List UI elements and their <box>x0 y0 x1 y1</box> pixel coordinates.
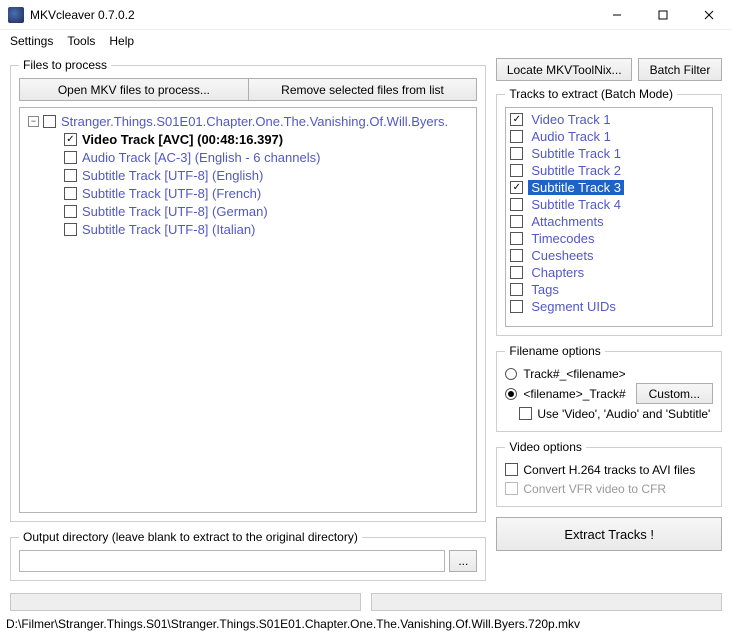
extract-track-checkbox[interactable] <box>510 147 523 160</box>
convert-h264-label: Convert H.264 tracks to AVI files <box>523 463 695 477</box>
track-label[interactable]: Subtitle Track [UTF-8] (French) <box>82 186 261 201</box>
files-legend: Files to process <box>19 58 111 72</box>
use-track-type-names-label: Use 'Video', 'Audio' and 'Subtitle' <box>537 407 710 421</box>
extract-track-label: Tags <box>528 282 561 297</box>
extract-track-label: Subtitle Track 3 <box>528 180 624 195</box>
extract-track-row[interactable]: Segment UIDs <box>510 298 708 315</box>
titlebar: MKVcleaver 0.7.0.2 <box>0 0 732 30</box>
track-checkbox[interactable] <box>64 223 77 236</box>
maximize-button[interactable] <box>640 0 686 30</box>
radio-track-first[interactable] <box>505 368 517 380</box>
extract-track-row[interactable]: Subtitle Track 2 <box>510 162 708 179</box>
extract-track-checkbox[interactable] <box>510 215 523 228</box>
menu-settings[interactable]: Settings <box>10 34 53 48</box>
track-checkbox[interactable] <box>64 187 77 200</box>
extract-track-row[interactable]: Tags <box>510 281 708 298</box>
extract-track-row[interactable]: Subtitle Track 3 <box>510 179 708 196</box>
extract-track-label: Video Track 1 <box>528 112 613 127</box>
output-directory-group: Output directory (leave blank to extract… <box>10 530 486 581</box>
menu-help[interactable]: Help <box>109 34 134 48</box>
radio-filename-first[interactable] <box>505 388 517 400</box>
extract-track-checkbox[interactable] <box>510 266 523 279</box>
video-options-group: Video options Convert H.264 tracks to AV… <box>496 440 722 507</box>
file-label[interactable]: Stranger.Things.S01E01.Chapter.One.The.V… <box>61 114 448 129</box>
track-checkbox[interactable] <box>64 133 77 146</box>
extract-track-row[interactable]: Attachments <box>510 213 708 230</box>
menu-tools[interactable]: Tools <box>67 34 95 48</box>
video-opts-legend: Video options <box>505 440 586 454</box>
tracks-to-extract-group: Tracks to extract (Batch Mode) Video Tra… <box>496 87 722 336</box>
extract-track-checkbox[interactable] <box>510 164 523 177</box>
track-label[interactable]: Subtitle Track [UTF-8] (Italian) <box>82 222 255 237</box>
track-checkbox[interactable] <box>64 205 77 218</box>
tracks-legend: Tracks to extract (Batch Mode) <box>505 87 677 101</box>
track-label[interactable]: Subtitle Track [UTF-8] (German) <box>82 204 268 219</box>
batch-filter-button[interactable]: Batch Filter <box>638 58 722 81</box>
extract-track-checkbox[interactable] <box>510 249 523 262</box>
output-directory-input[interactable] <box>19 550 445 572</box>
file-checkbox[interactable] <box>43 115 56 128</box>
open-files-button[interactable]: Open MKV files to process... <box>19 78 249 101</box>
extract-track-checkbox[interactable] <box>510 300 523 313</box>
extract-track-label: Subtitle Track 1 <box>528 146 624 161</box>
extract-track-label: Subtitle Track 2 <box>528 163 624 178</box>
track-checkbox[interactable] <box>64 169 77 182</box>
progress-bar-1 <box>10 593 361 611</box>
remove-files-button[interactable]: Remove selected files from list <box>249 78 478 101</box>
extract-track-label: Timecodes <box>528 231 597 246</box>
extract-track-checkbox[interactable] <box>510 198 523 211</box>
extract-track-row[interactable]: Timecodes <box>510 230 708 247</box>
convert-vfr-checkbox <box>505 482 518 495</box>
progress-bar-2 <box>371 593 722 611</box>
locate-mkvtoolnix-button[interactable]: Locate MKVToolNix... <box>496 58 632 81</box>
browse-button[interactable]: ... <box>449 550 477 572</box>
convert-h264-checkbox[interactable] <box>505 463 518 476</box>
extract-track-row[interactable]: Cuesheets <box>510 247 708 264</box>
extract-track-label: Audio Track 1 <box>528 129 614 144</box>
track-label[interactable]: Subtitle Track [UTF-8] (English) <box>82 168 263 183</box>
radio-track-first-label: Track#_<filename> <box>523 367 625 381</box>
extract-track-row[interactable]: Subtitle Track 4 <box>510 196 708 213</box>
extract-track-label: Cuesheets <box>528 248 596 263</box>
radio-filename-first-label: <filename>_Track# <box>523 387 625 401</box>
use-track-type-names-checkbox[interactable] <box>519 407 532 420</box>
files-tree[interactable]: − Stranger.Things.S01E01.Chapter.One.The.… <box>19 107 477 513</box>
minimize-button[interactable] <box>594 0 640 30</box>
status-bar: D:\Filmer\Stranger.Things.S01\Stranger.T… <box>0 613 732 637</box>
extract-track-row[interactable]: Chapters <box>510 264 708 281</box>
tracks-list[interactable]: Video Track 1 Audio Track 1 Subtitle Track… <box>505 107 713 327</box>
extract-track-row[interactable]: Audio Track 1 <box>510 128 708 145</box>
files-to-process-group: Files to process Open MKV files to proce… <box>10 58 486 522</box>
extract-track-row[interactable]: Video Track 1 <box>510 111 708 128</box>
extract-track-checkbox[interactable] <box>510 113 523 126</box>
outdir-legend: Output directory (leave blank to extract… <box>19 530 362 544</box>
extract-track-label: Subtitle Track 4 <box>528 197 624 212</box>
extract-track-label: Attachments <box>528 214 606 229</box>
menubar: Settings Tools Help <box>0 30 732 52</box>
custom-filename-button[interactable]: Custom... <box>636 383 713 404</box>
window-title: MKVcleaver 0.7.0.2 <box>30 8 594 22</box>
filename-legend: Filename options <box>505 344 604 358</box>
app-icon <box>8 7 24 23</box>
track-checkbox[interactable] <box>64 151 77 164</box>
close-button[interactable] <box>686 0 732 30</box>
extract-track-label: Chapters <box>528 265 587 280</box>
filename-options-group: Filename options Track#_<filename> <file… <box>496 344 722 432</box>
extract-tracks-button[interactable]: Extract Tracks ! <box>496 517 722 551</box>
convert-vfr-label: Convert VFR video to CFR <box>523 482 666 496</box>
track-label[interactable]: Video Track [AVC] (00:48:16.397) <box>82 132 283 147</box>
extract-track-label: Segment UIDs <box>528 299 619 314</box>
tree-expander-icon[interactable]: − <box>28 116 39 127</box>
extract-track-checkbox[interactable] <box>510 181 523 194</box>
extract-track-checkbox[interactable] <box>510 130 523 143</box>
track-label[interactable]: Audio Track [AC-3] (English - 6 channels… <box>82 150 320 165</box>
extract-track-checkbox[interactable] <box>510 283 523 296</box>
extract-track-checkbox[interactable] <box>510 232 523 245</box>
extract-track-row[interactable]: Subtitle Track 1 <box>510 145 708 162</box>
